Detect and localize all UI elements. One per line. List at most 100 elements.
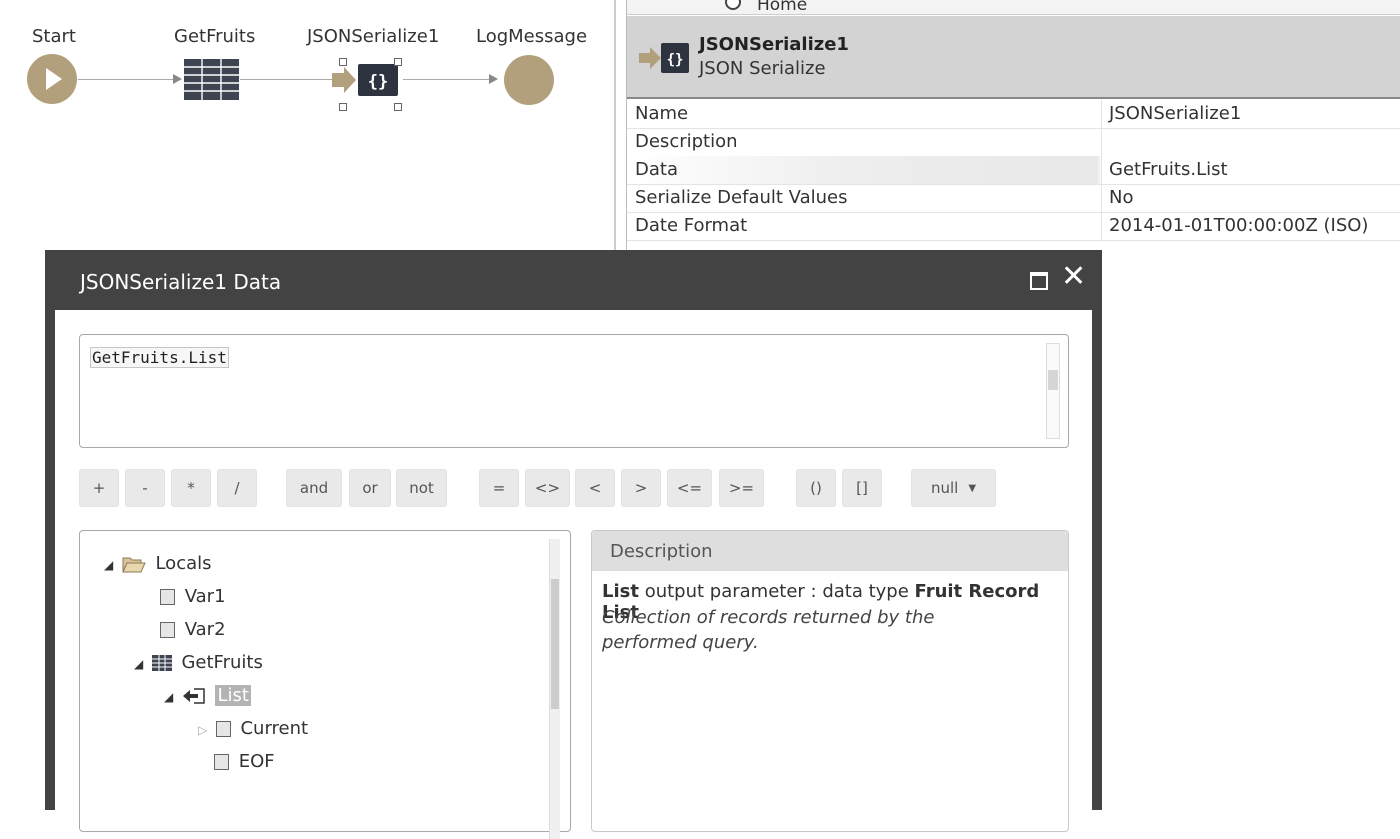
element-type: JSON Serialize (699, 58, 826, 79)
connector (403, 79, 493, 80)
variable-icon (160, 622, 175, 638)
close-icon[interactable]: ✕ (1061, 262, 1086, 292)
expand-icon[interactable]: ◢ (134, 657, 146, 671)
chevron-down-icon: ▼ (968, 482, 977, 494)
tree-item-var1[interactable]: Var1 (160, 586, 226, 607)
operator-minus-button[interactable]: - (125, 469, 165, 507)
maximize-icon[interactable] (1030, 272, 1048, 290)
tree-item-label: Locals (155, 553, 212, 574)
operator-or-button[interactable]: or (349, 469, 391, 507)
property-label: Data (635, 159, 678, 180)
expression-editor-dialog: JSONSerialize1 Data ✕ GetFruits.List + -… (45, 250, 1102, 839)
operator-multiply-button[interactable]: * (171, 469, 211, 507)
description-panel: Description List output parameter : data… (591, 530, 1069, 832)
json-serialize-icon: {} (639, 43, 689, 73)
aggregate-icon (151, 655, 172, 671)
properties-panel: Home {} JSONSerialize1 JSON Serialize Na… (626, 0, 1400, 250)
operator-greater-button[interactable]: > (621, 469, 661, 507)
tree-item-eof[interactable]: EOF (214, 751, 275, 772)
tree-item-label: Var1 (184, 586, 226, 607)
tree-item-label: List (215, 685, 251, 706)
tree-item-label: Var2 (184, 619, 226, 640)
getfruits-node-label: GetFruits (174, 26, 256, 47)
scrollbar-thumb[interactable] (551, 579, 559, 709)
column-divider (1101, 128, 1102, 156)
property-label: Description (635, 131, 738, 152)
column-divider (1101, 156, 1102, 184)
property-value[interactable]: GetFruits.List (1109, 159, 1228, 180)
scrollbar-thumb[interactable] (1048, 370, 1058, 390)
arrow-icon (173, 74, 182, 84)
column-divider (1101, 184, 1102, 212)
expand-icon[interactable]: ◢ (104, 558, 116, 572)
property-row-description[interactable]: Description (627, 128, 1400, 157)
selection-handle[interactable] (394, 58, 402, 66)
property-row-date-format[interactable]: Date Format 2014-01-01T00:00:00Z (ISO) (627, 212, 1400, 241)
variable-icon (160, 589, 175, 605)
aggregate-node[interactable] (184, 59, 239, 100)
expression-text[interactable]: GetFruits.List (90, 347, 229, 368)
param-text: output parameter : data type (644, 581, 909, 602)
property-value[interactable]: JSONSerialize1 (1109, 103, 1241, 124)
connector (78, 79, 178, 80)
selection-handle[interactable] (394, 103, 402, 111)
property-label: Name (635, 103, 689, 124)
jsonserialize-node-label: JSONSerialize1 (307, 26, 440, 47)
operator-and-button[interactable]: and (286, 469, 342, 507)
arrow-icon (489, 74, 498, 84)
property-label: Serialize Default Values (635, 187, 848, 208)
operator-divide-button[interactable]: / (217, 469, 257, 507)
tree-item-label: GetFruits (181, 652, 263, 673)
home-icon (725, 0, 741, 10)
properties-header: {} JSONSerialize1 JSON Serialize (627, 16, 1400, 99)
operator-not-button[interactable]: not (396, 469, 447, 507)
operator-less-button[interactable]: < (575, 469, 615, 507)
expression-input[interactable]: GetFruits.List (79, 334, 1069, 448)
log-message-node[interactable] (504, 55, 554, 105)
operator-greater-equal-button[interactable]: >= (719, 469, 764, 507)
parentheses-button[interactable]: () (796, 469, 836, 507)
property-label: Date Format (635, 215, 748, 236)
description-title: Description (610, 541, 713, 562)
svg-text:{}: {} (667, 52, 684, 68)
dialog-body: GetFruits.List + - * / and or not = <> <… (55, 310, 1092, 839)
expression-scrollbar[interactable] (1046, 343, 1060, 439)
property-row-serialize-defaults[interactable]: Serialize Default Values No (627, 184, 1400, 213)
null-dropdown[interactable]: null ▼ (911, 469, 996, 507)
operator-plus-button[interactable]: + (79, 469, 119, 507)
selection-handle[interactable] (339, 58, 347, 66)
description-detail: Collection of records returned by the pe… (602, 607, 935, 653)
breadcrumb-home[interactable]: Home (757, 0, 807, 14)
start-node[interactable] (27, 54, 77, 104)
operator-less-equal-button[interactable]: <= (667, 469, 712, 507)
json-serialize-node[interactable]: {} (330, 64, 402, 96)
tree-item-locals[interactable]: ◢ Locals (104, 553, 212, 574)
variable-icon (214, 754, 229, 770)
property-value[interactable]: No (1109, 187, 1133, 208)
tree-item-getfruits[interactable]: ◢ GetFruits (134, 652, 263, 673)
tree-item-label: Current (240, 718, 309, 739)
tree-item-current[interactable]: ▷ Current (198, 718, 308, 739)
start-node-label: Start (32, 26, 76, 47)
operator-not-equal-button[interactable]: <> (525, 469, 570, 507)
flow-canvas: Start GetFruits JSONSerialize1 LogMessag… (0, 0, 614, 250)
null-dropdown-label: null (930, 479, 959, 497)
column-divider (1101, 100, 1102, 128)
logmessage-node-label: LogMessage (476, 26, 588, 47)
operator-equals-button[interactable]: = (479, 469, 519, 507)
column-divider (1101, 212, 1102, 240)
panel-divider[interactable] (614, 0, 616, 250)
expand-icon[interactable]: ▷ (198, 723, 210, 737)
selection-handle[interactable] (339, 103, 347, 111)
breadcrumb[interactable]: Home (627, 0, 1400, 15)
brackets-button[interactable]: [] (842, 469, 882, 507)
tree-scrollbar[interactable] (549, 539, 560, 839)
scope-tree: ◢ Locals Var1 Var2 ◢ GetFruits ◢ List ▷ … (79, 530, 571, 839)
property-row-data[interactable]: Data GetFruits.List (627, 156, 1400, 185)
property-value[interactable]: 2014-01-01T00:00:00Z (ISO) (1109, 215, 1368, 236)
connector (240, 79, 338, 80)
tree-item-var2[interactable]: Var2 (160, 619, 226, 640)
tree-item-list[interactable]: ◢ List (164, 685, 251, 706)
property-row-name[interactable]: Name JSONSerialize1 (627, 100, 1400, 129)
expand-icon[interactable]: ◢ (164, 690, 176, 704)
